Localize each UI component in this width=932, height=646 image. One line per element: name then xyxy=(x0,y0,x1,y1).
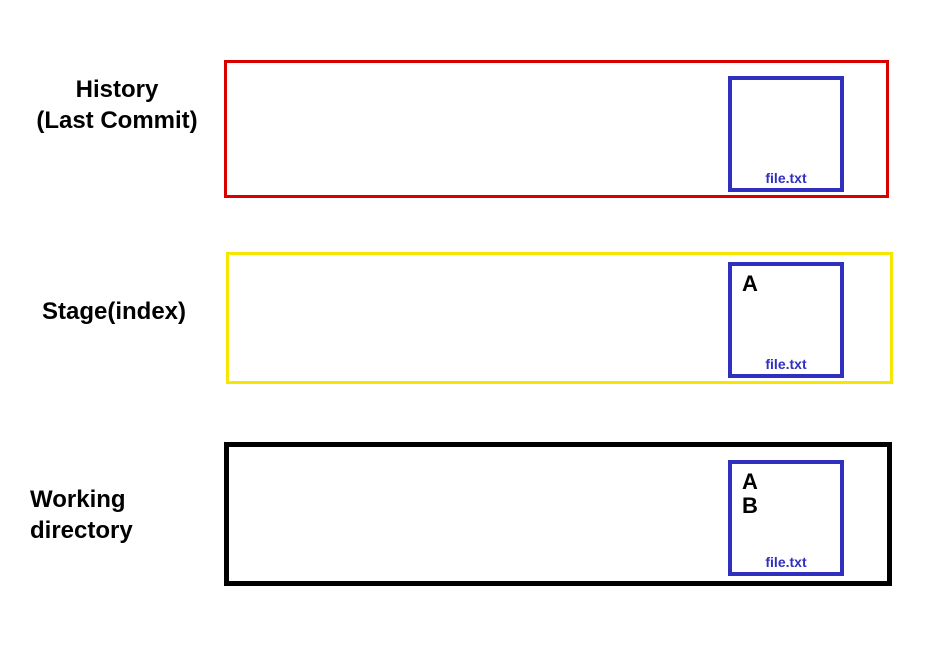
working-file-content-line1: A xyxy=(742,469,758,494)
working-file-content-line2: B xyxy=(742,493,758,518)
history-file-name: file.txt xyxy=(732,170,840,186)
stage-file-box: A file.txt xyxy=(728,262,844,378)
stage-label: Stage(index) xyxy=(14,296,214,327)
working-label: Working directory xyxy=(30,484,210,546)
history-label-line2: (Last Commit) xyxy=(36,107,197,134)
history-file-box: file.txt xyxy=(728,76,844,192)
history-label-line1: History xyxy=(76,76,159,103)
stage-file-content: A xyxy=(742,272,758,296)
history-label: History (Last Commit) xyxy=(22,74,212,136)
stage-label-text: Stage(index) xyxy=(42,298,186,325)
working-label-line1: Working xyxy=(30,486,126,513)
stage-file-name: file.txt xyxy=(732,356,840,372)
working-file-name: file.txt xyxy=(732,554,840,570)
working-label-line2: directory xyxy=(30,517,133,544)
working-file-content: A B xyxy=(742,470,758,518)
working-file-box: A B file.txt xyxy=(728,460,844,576)
